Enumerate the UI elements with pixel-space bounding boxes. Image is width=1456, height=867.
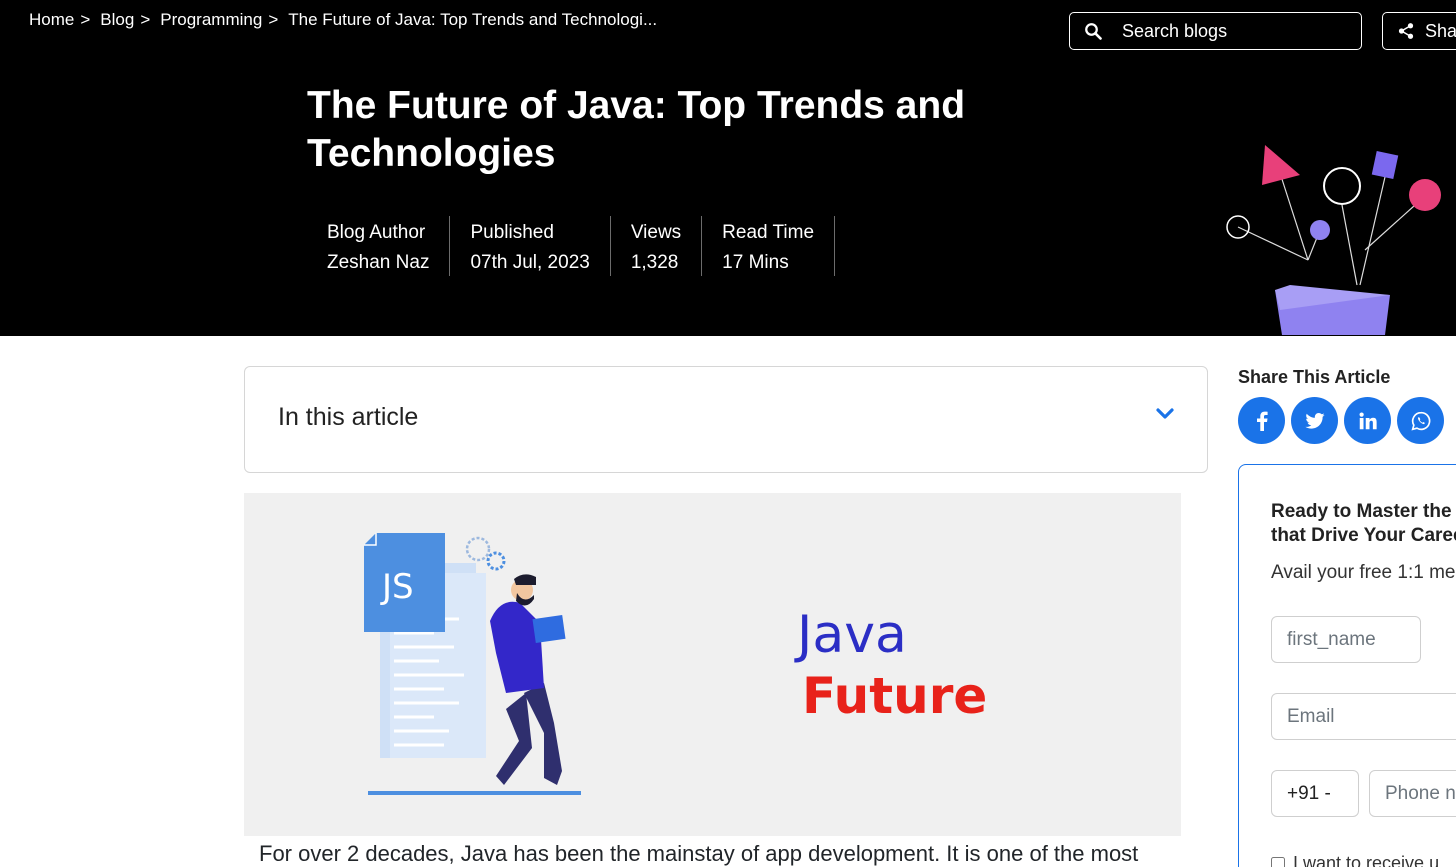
consent-checkbox[interactable]: [1271, 856, 1285, 867]
meta-value: 1,328: [630, 252, 679, 273]
developer-illustration: JS: [364, 533, 581, 795]
lead-form-card: Ready to Master the that Drive Your Care…: [1238, 464, 1456, 867]
meta-value: 07th Jul, 2023: [470, 252, 590, 273]
breadcrumb-separator: >: [140, 10, 151, 29]
meta-value: Zeshan Naz: [327, 252, 430, 273]
country-code-select[interactable]: +91 -: [1271, 770, 1359, 817]
consent-label: I want to receive u: [1293, 853, 1440, 867]
meta-published: Published 07th Jul, 2023: [450, 216, 611, 276]
toc-label: In this article: [278, 403, 419, 431]
header-illustration: [1226, 145, 1441, 335]
meta-views: Views 1,328: [611, 216, 703, 276]
share-button-label: Sha: [1425, 20, 1456, 41]
chevron-down-icon[interactable]: [1155, 407, 1175, 421]
meta-label: Read Time: [722, 222, 815, 243]
breadcrumb-blog[interactable]: Blog: [100, 10, 134, 30]
article-body-text: For over 2 decades, Java has been the ma…: [259, 841, 1139, 866]
breadcrumb-current: The Future of Java: Top Trends and Techn…: [288, 10, 658, 29]
whatsapp-icon: [1410, 411, 1430, 431]
breadcrumb-home[interactable]: Home: [29, 10, 74, 30]
lead-form-subtitle: Avail your free 1:1 me: [1271, 562, 1456, 583]
first-name-field[interactable]: [1271, 616, 1421, 663]
js-file-label: JS: [380, 567, 414, 607]
linkedin-share-button[interactable]: [1344, 397, 1391, 444]
phone-field[interactable]: [1369, 770, 1456, 817]
meta-label: Views: [630, 222, 682, 243]
java-word: Java: [797, 605, 907, 665]
lead-form-title-line2: that Drive Your Caree: [1271, 525, 1456, 546]
article-hero-image: JS Java Future: [244, 493, 1181, 836]
meta-label: Blog Author: [327, 222, 426, 243]
whatsapp-share-button[interactable]: [1397, 397, 1444, 444]
meta-read-time: Read Time 17 Mins: [702, 216, 836, 276]
twitter-share-button[interactable]: [1291, 397, 1338, 444]
facebook-icon: [1256, 411, 1268, 431]
breadcrumb: Home > Blog > Programming > The Future o…: [29, 10, 657, 30]
breadcrumb-separator: >: [268, 10, 279, 29]
consent-checkbox-row[interactable]: I want to receive u: [1271, 853, 1439, 867]
lead-form-title-line1: Ready to Master the: [1271, 501, 1452, 522]
meta-author: Blog Author Zeshan Naz: [307, 216, 451, 276]
search-icon: [1085, 23, 1102, 40]
share-icon: [1398, 23, 1414, 39]
page-title: The Future of Java: Top Trends and Techn…: [307, 84, 966, 175]
lead-form-title: Ready to Master the that Drive Your Care…: [1271, 500, 1456, 548]
email-field[interactable]: [1271, 693, 1456, 740]
table-of-contents[interactable]: In this article: [244, 366, 1208, 473]
share-article-title: Share This Article: [1238, 367, 1391, 387]
meta-label: Published: [470, 222, 554, 243]
breadcrumb-programming[interactable]: Programming: [160, 10, 262, 30]
facebook-share-button[interactable]: [1238, 397, 1285, 444]
blog-header: Home > Blog > Programming > The Future o…: [0, 0, 1456, 336]
search-box[interactable]: [1069, 12, 1362, 50]
meta-value: 17 Mins: [722, 252, 789, 273]
breadcrumb-separator: >: [80, 10, 91, 29]
search-input[interactable]: [1122, 20, 1342, 42]
article-meta: Blog Author Zeshan Naz Published 07th Ju…: [307, 216, 836, 276]
future-word: Future: [802, 667, 988, 725]
twitter-icon: [1304, 412, 1325, 429]
linkedin-icon: [1359, 412, 1377, 429]
share-button[interactable]: Sha: [1382, 12, 1456, 50]
social-share-buttons: [1238, 397, 1444, 444]
